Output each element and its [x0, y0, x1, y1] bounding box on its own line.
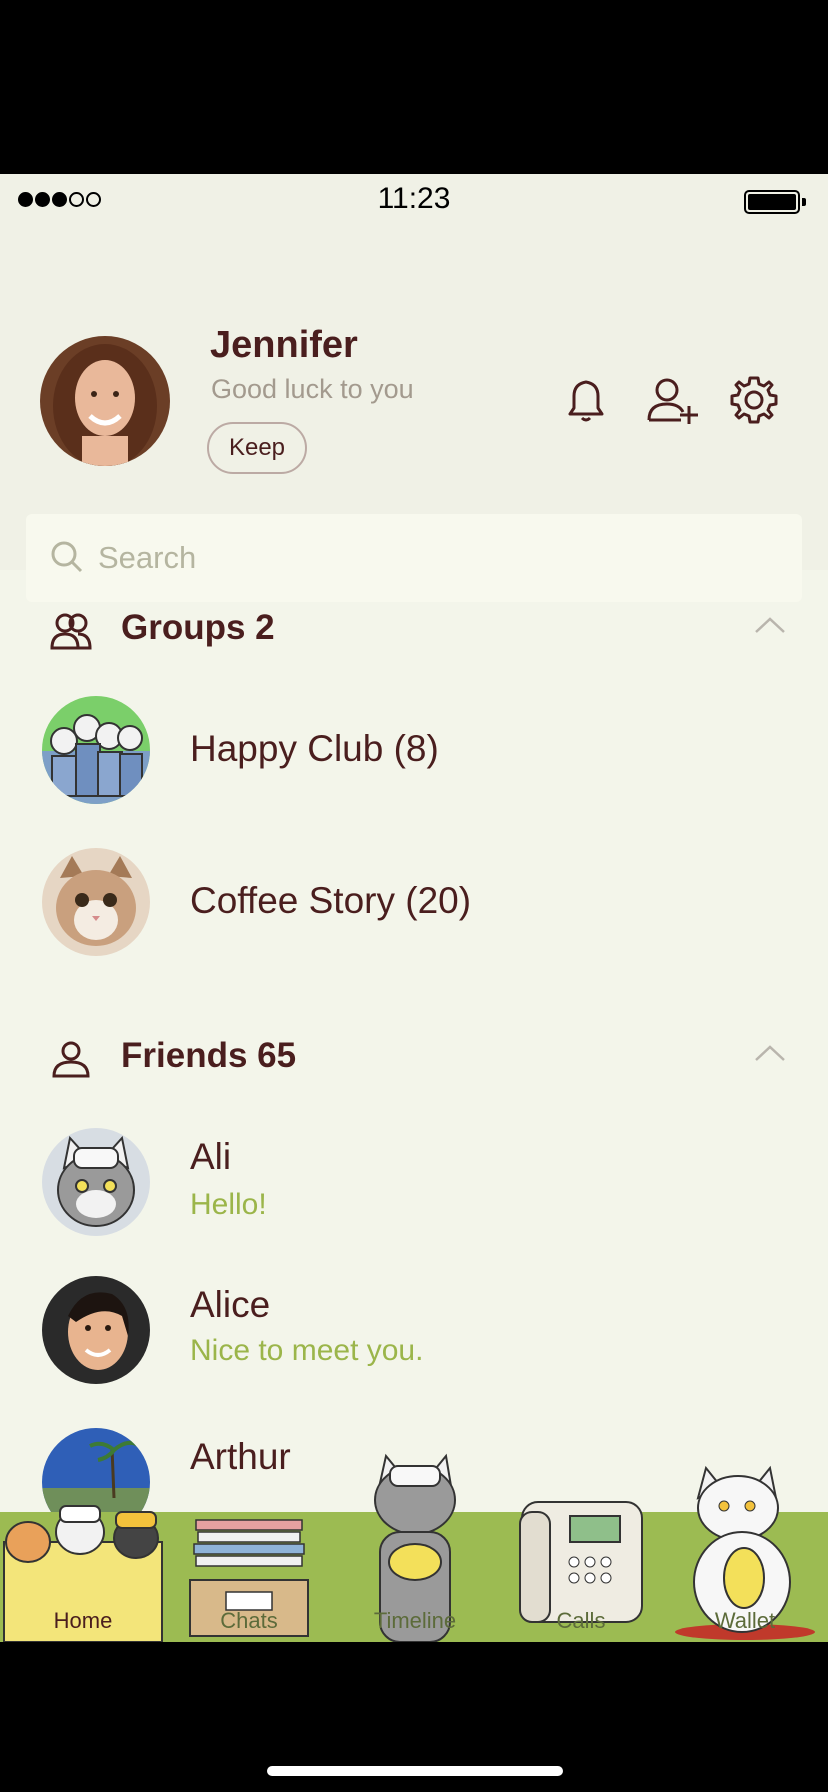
tab-chats[interactable]: Chats	[166, 1512, 332, 1642]
status-time: 11:23	[377, 182, 451, 215]
friends-section-header[interactable]: Friends 65	[0, 1022, 828, 1092]
search-input[interactable]: Search	[26, 514, 802, 602]
friend-avatar	[42, 1276, 150, 1384]
friend-name: Alice	[190, 1284, 271, 1325]
bell-icon[interactable]	[560, 374, 612, 426]
group-row[interactable]: Happy Club (8)	[0, 696, 828, 816]
status-bar: 11:23	[0, 174, 828, 226]
profile-name: Jennifer	[210, 324, 358, 366]
groups-section-title: Groups 2	[121, 608, 275, 647]
tab-label: Wallet	[714, 1608, 776, 1633]
friend-icon	[52, 1041, 90, 1078]
friend-avatar	[42, 1128, 150, 1236]
profile-status-message[interactable]: Good luck to you	[211, 374, 414, 405]
keep-button[interactable]: Keep	[207, 422, 307, 474]
friend-row[interactable]: Alice Nice to meet you.	[0, 1276, 828, 1396]
profile-header: Jennifer Good luck to you Keep Search	[0, 226, 828, 602]
gear-icon[interactable]	[728, 374, 780, 426]
groups-section-header[interactable]: Groups 2	[0, 594, 828, 664]
battery-icon	[744, 190, 806, 214]
tab-label: Chats	[220, 1608, 278, 1633]
profile-avatar[interactable]	[40, 336, 170, 466]
tab-wallet[interactable]: Wallet	[662, 1465, 828, 1642]
tab-calls[interactable]: Calls	[498, 1501, 664, 1642]
add-friend-icon[interactable]	[645, 374, 698, 426]
friends-section-title: Friends 65	[121, 1036, 297, 1075]
friend-row[interactable]: Ali Hello!	[0, 1128, 828, 1248]
search-icon	[51, 541, 83, 573]
tab-bar: Home Chats Timeline Calls Wallet	[0, 1453, 828, 1642]
friend-name: Ali	[190, 1136, 232, 1177]
group-row[interactable]: Coffee Story (20)	[0, 848, 828, 968]
tab-label: Home	[53, 1608, 113, 1633]
group-name: Happy Club (8)	[190, 728, 439, 769]
app-screen: 11:23 Jennifer Good luck to you Keep Sea…	[0, 174, 828, 1642]
home-indicator[interactable]	[267, 1766, 563, 1776]
friend-status: Hello!	[190, 1188, 267, 1221]
group-avatar	[42, 696, 150, 804]
tab-home[interactable]: Home	[0, 1505, 166, 1642]
groups-icon	[50, 613, 92, 650]
friend-status: Nice to meet you.	[190, 1334, 424, 1367]
tab-label: Calls	[556, 1608, 606, 1633]
friend-name: Arthur	[190, 1436, 291, 1477]
group-name: Coffee Story (20)	[190, 880, 472, 921]
tab-timeline[interactable]: Timeline	[332, 1453, 498, 1642]
chevron-up-icon[interactable]	[754, 616, 786, 634]
chevron-up-icon[interactable]	[754, 1044, 786, 1062]
tab-label: Timeline	[373, 1608, 457, 1633]
search-placeholder: Search	[98, 540, 197, 575]
group-avatar	[42, 848, 150, 956]
